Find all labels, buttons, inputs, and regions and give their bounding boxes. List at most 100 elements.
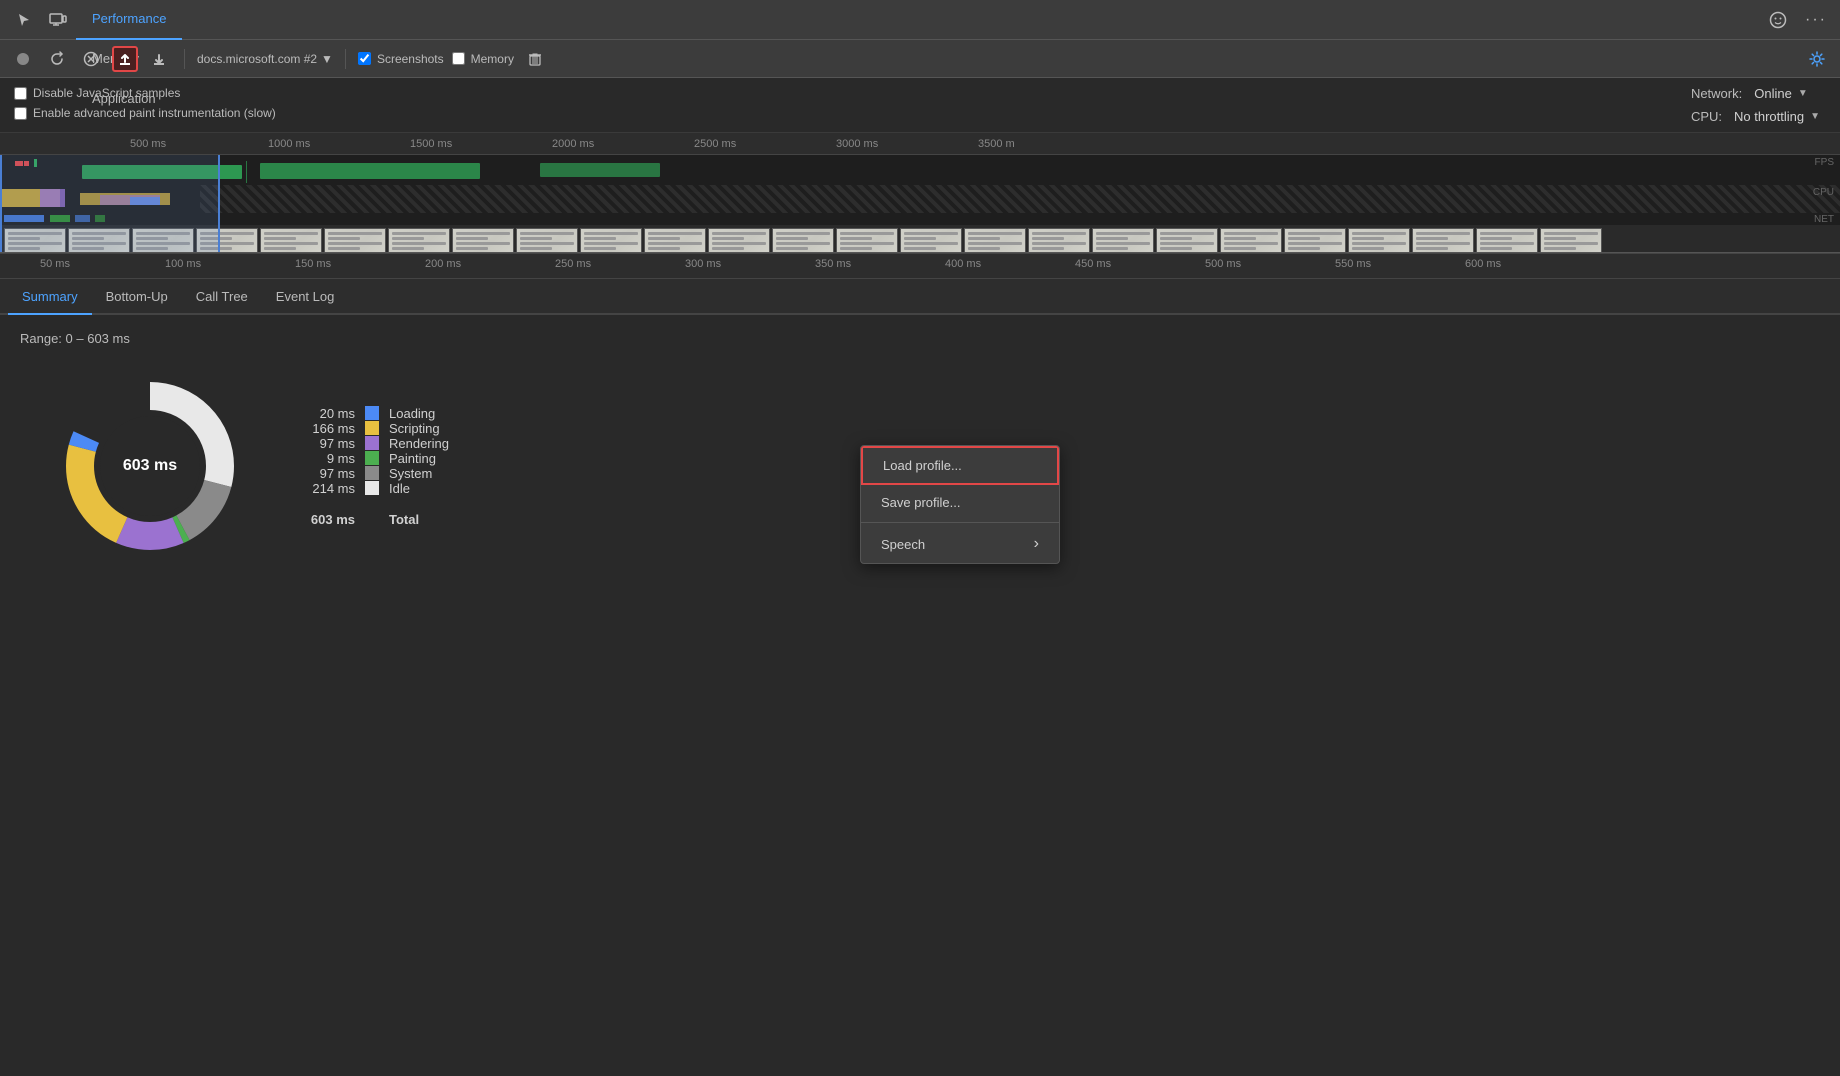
legend-items: 20 ms Loading 166 ms Scripting 97 ms Ren… — [300, 406, 449, 496]
cpu-dropdown-group: CPU: No throttling ▼ — [1691, 109, 1820, 124]
tabs-row: SummaryBottom-UpCall TreeEvent Log — [0, 279, 1840, 315]
screenshot-thumb — [1540, 228, 1602, 253]
nav-right-icons: ··· — [1762, 4, 1832, 36]
legend-color — [365, 436, 379, 450]
screenshot-thumb — [1284, 228, 1346, 253]
detail-tick-500: 500 ms — [1205, 258, 1241, 270]
detail-ruler: 50 ms 100 ms 150 ms 200 ms 250 ms 300 ms… — [0, 253, 1840, 279]
cpu-dropdown-arrow[interactable]: ▼ — [1810, 111, 1820, 122]
cpu-bar: CPU — [0, 185, 1840, 213]
network-label: Network: — [1691, 86, 1742, 101]
context-menu-item-load-profile[interactable]: Load profile... — [861, 446, 1059, 485]
memory-label: Memory — [471, 52, 514, 66]
legend-label: Loading — [389, 406, 435, 421]
donut-center-label: 603 ms — [123, 457, 177, 475]
donut-chart: 603 ms — [60, 376, 240, 556]
device-icon[interactable] — [42, 4, 74, 36]
enable-advanced-paint-checkbox[interactable] — [14, 107, 27, 120]
smiley-icon[interactable] — [1762, 4, 1794, 36]
tab-bottom-up[interactable]: Bottom-Up — [92, 279, 182, 315]
screenshot-thumb — [1476, 228, 1538, 253]
range-text: Range: 0 – 603 ms — [20, 331, 1820, 346]
clear-button[interactable] — [78, 46, 104, 72]
screenshot-thumb — [388, 228, 450, 253]
screenshot-thumb — [1028, 228, 1090, 253]
screenshot-thumb — [1092, 228, 1154, 253]
trash-button[interactable] — [522, 46, 548, 72]
legend-ms: 166 ms — [300, 421, 355, 436]
upload-button[interactable] — [112, 46, 138, 72]
profile-dropdown-arrow[interactable]: ▼ — [321, 52, 333, 66]
cursor-icon[interactable] — [8, 4, 40, 36]
enable-advanced-paint-label[interactable]: Enable advanced paint instrumentation (s… — [14, 106, 1657, 120]
screenshot-thumb — [772, 228, 834, 253]
settings-button[interactable] — [1804, 46, 1830, 72]
legend-label: System — [389, 466, 432, 481]
legend-ms: 214 ms — [300, 481, 355, 496]
net-bar: NET — [0, 213, 1840, 225]
screenshots-label: Screenshots — [377, 52, 444, 66]
screenshot-thumb — [964, 228, 1026, 253]
timeline-ruler: 500 ms 1000 ms 1500 ms 2000 ms 2500 ms 3… — [0, 133, 1840, 155]
ruler-tick-500: 500 ms — [130, 133, 166, 155]
download-button[interactable] — [146, 46, 172, 72]
network-cpu-options: Network: Online ▼ CPU: No throttling ▼ — [1671, 78, 1840, 132]
screenshot-thumb — [836, 228, 898, 253]
context-menu-item-speech[interactable]: Speech› — [861, 525, 1059, 563]
screenshot-thumb — [1156, 228, 1218, 253]
total-row: 603 ms Total — [300, 512, 449, 527]
disable-js-samples-checkbox[interactable] — [14, 87, 27, 100]
screenshot-thumb — [260, 228, 322, 253]
tab-summary[interactable]: Summary — [8, 279, 92, 315]
record-button[interactable] — [10, 46, 36, 72]
tab-event-log[interactable]: Event Log — [262, 279, 349, 315]
ruler-tick-3500: 3500 m — [978, 133, 1015, 155]
nav-tab-performance[interactable]: Performance — [76, 0, 182, 40]
screenshot-thumb — [516, 228, 578, 253]
separator-2 — [345, 49, 346, 69]
screenshot-thumb — [196, 228, 258, 253]
legend-item: 9 ms Painting — [300, 451, 449, 466]
screenshot-thumb — [452, 228, 514, 253]
context-menu-label: Save profile... — [881, 495, 961, 510]
context-menu-item-save-profile[interactable]: Save profile... — [861, 485, 1059, 520]
detail-tick-250: 250 ms — [555, 258, 591, 270]
tab-call-tree[interactable]: Call Tree — [182, 279, 262, 315]
network-dropdown-arrow[interactable]: ▼ — [1798, 88, 1808, 99]
options-panel: Disable JavaScript samples Enable advanc… — [0, 78, 1671, 132]
refresh-button[interactable] — [44, 46, 70, 72]
detail-tick-200: 200 ms — [425, 258, 461, 270]
memory-checkbox[interactable] — [452, 52, 465, 65]
screenshots-bar — [0, 225, 1840, 253]
legend-ms: 97 ms — [300, 436, 355, 451]
memory-checkbox-label[interactable]: Memory — [452, 52, 514, 66]
profile-name: docs.microsoft.com #2 — [197, 52, 317, 66]
ruler-tick-2000: 2000 ms — [552, 133, 594, 155]
legend-label: Idle — [389, 481, 410, 496]
legend-item: 166 ms Scripting — [300, 421, 449, 436]
top-nav-bar: ElementsConsoleSourcesNetworkPerformance… — [0, 0, 1840, 40]
screenshot-thumb — [324, 228, 386, 253]
timeline-overview[interactable]: 500 ms 1000 ms 1500 ms 2000 ms 2500 ms 3… — [0, 133, 1840, 253]
detail-tick-600: 600 ms — [1465, 258, 1501, 270]
legend-item: 97 ms Rendering — [300, 436, 449, 451]
legend-ms: 97 ms — [300, 466, 355, 481]
toolbar: docs.microsoft.com #2 ▼ Screenshots Memo… — [0, 40, 1840, 78]
legend-ms: 9 ms — [300, 451, 355, 466]
profile-selector[interactable]: docs.microsoft.com #2 ▼ — [197, 52, 333, 66]
submenu-arrow-icon: › — [1034, 535, 1039, 553]
screenshot-thumb — [68, 228, 130, 253]
legend-item: 214 ms Idle — [300, 481, 449, 496]
network-dropdown-group: Network: Online ▼ — [1691, 86, 1820, 101]
legend-label: Scripting — [389, 421, 440, 436]
total-ms: 603 ms — [300, 512, 355, 527]
disable-js-samples-label[interactable]: Disable JavaScript samples — [14, 86, 1657, 100]
screenshot-thumbs — [4, 228, 1602, 253]
screenshots-checkbox-label[interactable]: Screenshots — [358, 52, 444, 66]
legend-color — [365, 466, 379, 480]
screenshot-thumb — [900, 228, 962, 253]
detail-tick-350: 350 ms — [815, 258, 851, 270]
more-icon[interactable]: ··· — [1800, 4, 1832, 36]
screenshot-thumb — [1348, 228, 1410, 253]
screenshots-checkbox[interactable] — [358, 52, 371, 65]
